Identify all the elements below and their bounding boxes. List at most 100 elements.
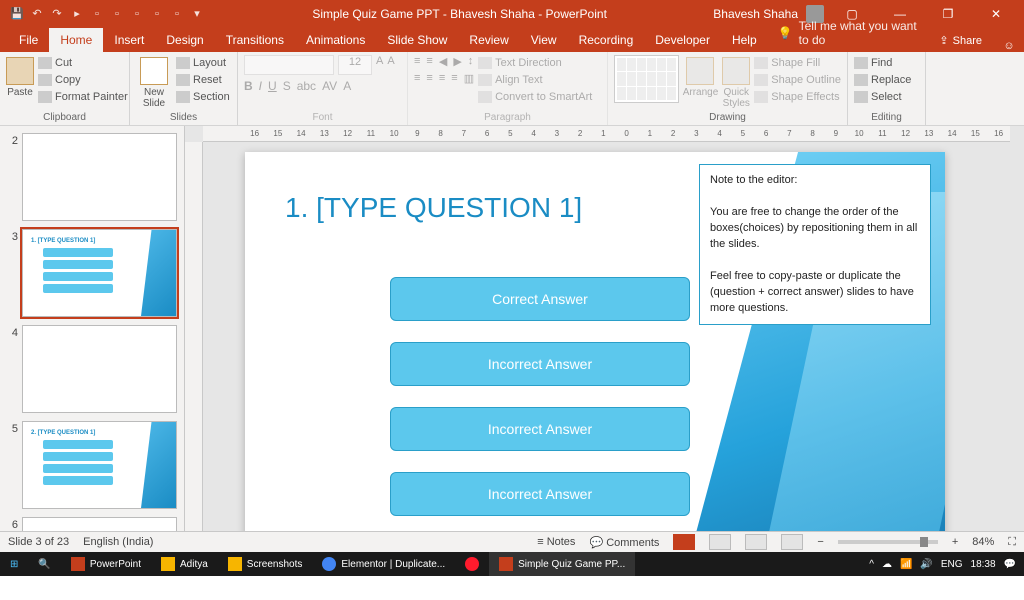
- start-button[interactable]: ⊞: [0, 552, 28, 576]
- text-direction-button[interactable]: Text Direction: [478, 55, 592, 72]
- notifications-icon[interactable]: 💬: [1004, 559, 1016, 570]
- indent-left-icon[interactable]: ◀: [439, 55, 447, 68]
- line-spacing-icon[interactable]: ↕: [468, 55, 474, 68]
- slideshow-view-icon[interactable]: [781, 534, 803, 550]
- language[interactable]: English (India): [83, 536, 153, 548]
- redo-icon[interactable]: ↷: [48, 5, 66, 23]
- zoom-in-icon[interactable]: +: [952, 536, 958, 548]
- tab-insert[interactable]: Insert: [103, 28, 155, 52]
- thumb-6[interactable]: 6[INSERT CORRECT ANSWER TEXT]: [4, 517, 178, 531]
- new-slide-button[interactable]: New Slide: [136, 55, 172, 109]
- thumb-5[interactable]: 52. [TYPE QUESTION 1]: [4, 421, 178, 509]
- tab-view[interactable]: View: [520, 28, 568, 52]
- tab-developer[interactable]: Developer: [644, 28, 721, 52]
- close-icon[interactable]: ✕: [976, 7, 1016, 21]
- taskbar-item-active[interactable]: Simple Quiz Game PP...: [489, 552, 635, 576]
- slide-editor[interactable]: 1615141312111098765432101234567891011121…: [185, 126, 1024, 531]
- shape-fill-button[interactable]: Shape Fill: [754, 55, 841, 72]
- grow-font-icon[interactable]: A: [376, 55, 383, 75]
- bold-button[interactable]: B: [244, 79, 253, 93]
- tab-home[interactable]: Home: [49, 28, 103, 52]
- tell-me[interactable]: 💡Tell me what you want to do: [768, 14, 928, 52]
- text-shadow-button[interactable]: abc: [297, 79, 316, 93]
- slideshow-icon[interactable]: ▸: [68, 5, 86, 23]
- italic-button[interactable]: I: [259, 79, 262, 93]
- tab-slideshow[interactable]: Slide Show: [376, 28, 458, 52]
- thumb-4[interactable]: 4[INSERT CORRECT ANSWER TEXT]: [4, 325, 178, 413]
- quick-styles-button[interactable]: Quick Styles: [722, 55, 750, 109]
- smartart-button[interactable]: Convert to SmartArt: [478, 89, 592, 106]
- tab-file[interactable]: File: [8, 28, 49, 52]
- undo-icon[interactable]: ↶: [28, 5, 46, 23]
- find-button[interactable]: Find: [854, 55, 911, 72]
- slide-thumbnails[interactable]: 2[INSERT WRONG ANSWER TEXT] 31. [TYPE QU…: [0, 126, 185, 531]
- normal-view-icon[interactable]: [673, 534, 695, 550]
- tab-transitions[interactable]: Transitions: [215, 28, 295, 52]
- tab-help[interactable]: Help: [721, 28, 768, 52]
- choice-correct[interactable]: Correct Answer: [390, 277, 690, 321]
- bullets-icon[interactable]: ≡: [414, 55, 420, 68]
- taskbar-item[interactable]: PowerPoint: [61, 552, 151, 576]
- system-tray[interactable]: ^ ☁ 📶 🔊 ENG 18:38 💬: [869, 559, 1024, 570]
- editor-note[interactable]: Note to the editor: You are free to chan…: [699, 164, 931, 325]
- emoji-icon[interactable]: ☺: [994, 40, 1024, 52]
- comments-button[interactable]: 💬 Comments: [589, 536, 659, 549]
- choice-incorrect-1[interactable]: Incorrect Answer: [390, 342, 690, 386]
- choice-incorrect-3[interactable]: Incorrect Answer: [390, 472, 690, 516]
- font-color-button[interactable]: A: [343, 79, 351, 93]
- save-icon[interactable]: 💾: [8, 5, 26, 23]
- thumb-2[interactable]: 2[INSERT WRONG ANSWER TEXT]: [4, 133, 178, 221]
- qat-more-icon[interactable]: ▾: [188, 5, 206, 23]
- sorter-view-icon[interactable]: [709, 534, 731, 550]
- font-size[interactable]: 12: [338, 55, 372, 75]
- section-button[interactable]: Section: [176, 89, 230, 106]
- replace-button[interactable]: Replace: [854, 72, 911, 89]
- taskbar-item[interactable]: [455, 552, 489, 576]
- zoom-value[interactable]: 84%: [972, 536, 994, 548]
- notes-button[interactable]: ≡ Notes: [537, 536, 575, 548]
- align-left-icon[interactable]: ≡: [414, 72, 420, 85]
- shape-outline-button[interactable]: Shape Outline: [754, 72, 841, 89]
- onedrive-icon[interactable]: ☁: [882, 559, 892, 570]
- align-center-icon[interactable]: ≡: [426, 72, 432, 85]
- tray-up-icon[interactable]: ^: [869, 559, 874, 570]
- shrink-font-icon[interactable]: A: [387, 55, 394, 75]
- format-painter-button[interactable]: Format Painter: [38, 89, 128, 106]
- slide-count[interactable]: Slide 3 of 23: [8, 536, 69, 548]
- taskbar-item[interactable]: Screenshots: [218, 552, 313, 576]
- qat-icon[interactable]: ▫: [168, 5, 186, 23]
- maximize-icon[interactable]: ❐: [928, 7, 968, 21]
- wifi-icon[interactable]: 📶: [900, 559, 912, 570]
- paste-button[interactable]: Paste: [6, 55, 34, 98]
- align-right-icon[interactable]: ≡: [439, 72, 445, 85]
- tab-recording[interactable]: Recording: [568, 28, 645, 52]
- qat-icon[interactable]: ▫: [88, 5, 106, 23]
- select-button[interactable]: Select: [854, 89, 911, 106]
- lang-indicator[interactable]: ENG: [941, 559, 963, 570]
- taskbar-item[interactable]: Aditya: [151, 552, 218, 576]
- tab-design[interactable]: Design: [155, 28, 214, 52]
- volume-icon[interactable]: 🔊: [920, 559, 932, 570]
- slide-canvas[interactable]: 1. [TYPE QUESTION 1] Correct Answer Inco…: [245, 152, 945, 531]
- qat-icon[interactable]: ▫: [128, 5, 146, 23]
- tab-animations[interactable]: Animations: [295, 28, 376, 52]
- choice-incorrect-2[interactable]: Incorrect Answer: [390, 407, 690, 451]
- zoom-slider[interactable]: [838, 540, 938, 544]
- spacing-button[interactable]: AV: [322, 79, 337, 93]
- justify-icon[interactable]: ≡: [451, 72, 457, 85]
- qat-icon[interactable]: ▫: [108, 5, 126, 23]
- shapes-gallery[interactable]: [614, 55, 679, 103]
- tab-review[interactable]: Review: [458, 28, 519, 52]
- strike-button[interactable]: S: [283, 79, 291, 93]
- font-name[interactable]: [244, 55, 334, 75]
- align-text-button[interactable]: Align Text: [478, 72, 592, 89]
- layout-button[interactable]: Layout: [176, 55, 230, 72]
- qat-icon[interactable]: ▫: [148, 5, 166, 23]
- indent-right-icon[interactable]: ▶: [453, 55, 461, 68]
- zoom-out-icon[interactable]: −: [817, 536, 823, 548]
- thumb-3[interactable]: 31. [TYPE QUESTION 1]: [4, 229, 178, 317]
- search-button[interactable]: 🔍: [28, 552, 60, 576]
- reset-button[interactable]: Reset: [176, 72, 230, 89]
- numbering-icon[interactable]: ≡: [426, 55, 432, 68]
- reading-view-icon[interactable]: [745, 534, 767, 550]
